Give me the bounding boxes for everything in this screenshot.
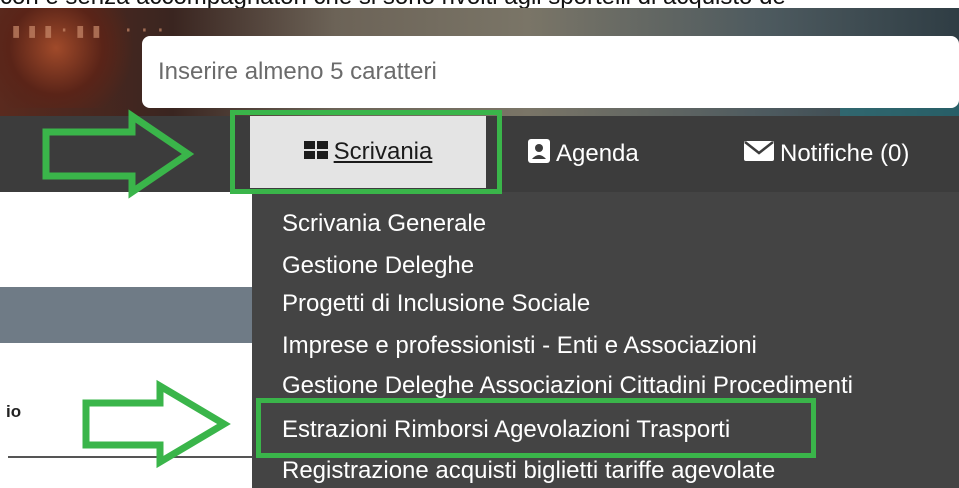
side-divider	[8, 456, 252, 458]
menu-item-registrazione-acquisti[interactable]: Registrazione acquisti biglietti tariffe…	[282, 457, 775, 485]
side-column-label: io	[6, 402, 22, 421]
envelope-icon	[744, 140, 774, 168]
search-input[interactable]	[142, 36, 959, 108]
menu-item-imprese-professionisti[interactable]: Imprese e professionisti - Enti e Associ…	[282, 332, 757, 360]
nav-notifiche-label: Notifiche (0)	[780, 140, 910, 167]
menu-item-gestione-deleghe-associazioni[interactable]: Gestione Deleghe Associazioni Cittadini …	[282, 372, 853, 400]
nav-notifiche[interactable]: Notifiche (0)	[744, 116, 909, 192]
side-band	[0, 287, 252, 343]
contact-card-icon	[528, 138, 550, 170]
menu-item-gestione-deleghe[interactable]: Gestione Deleghe	[282, 252, 474, 280]
highlight-box-scrivania	[230, 110, 502, 194]
highlight-box-estrazioni	[256, 398, 816, 458]
arrow-right-icon	[82, 379, 231, 469]
nav-agenda-label: Agenda	[556, 140, 639, 167]
menu-item-scrivania-generale[interactable]: Scrivania Generale	[282, 210, 486, 238]
nav-agenda[interactable]: Agenda	[528, 116, 639, 192]
menu-item-progetti-inclusione[interactable]: Progetti di Inclusione Sociale	[282, 290, 590, 318]
